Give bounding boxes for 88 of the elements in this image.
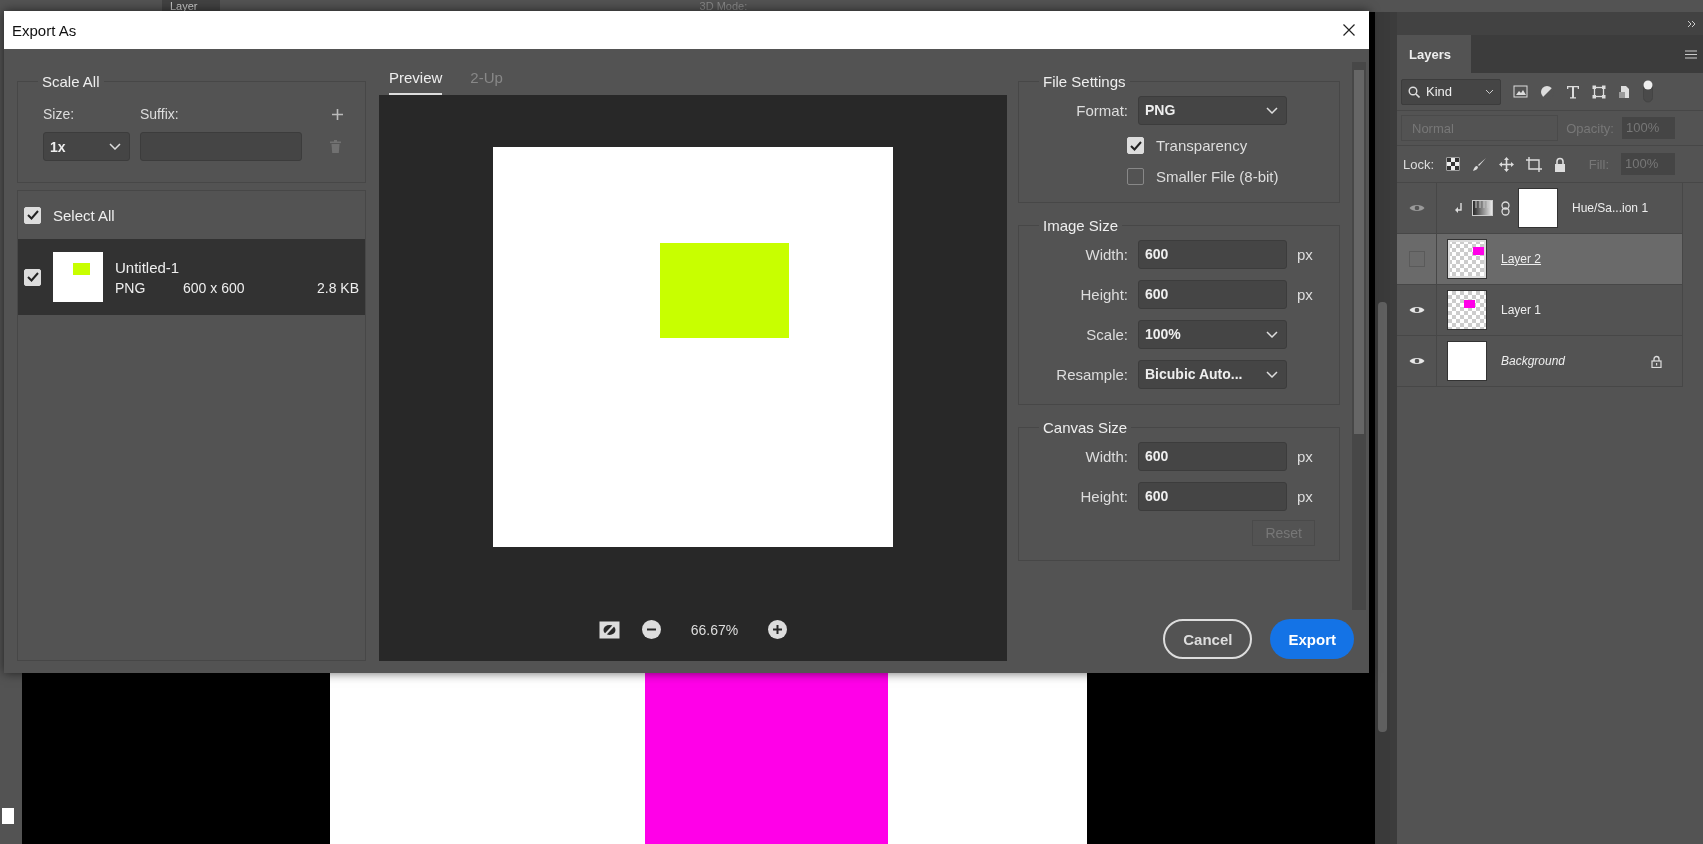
asset-name: Untitled-1 [115, 258, 181, 276]
checkbox-label: Select All [53, 206, 115, 224]
format-select[interactable]: PNG [1138, 95, 1287, 125]
close-icon[interactable] [1343, 24, 1355, 36]
file-icon[interactable] [1618, 84, 1631, 99]
input-field[interactable]: 600 [1138, 279, 1287, 309]
clip-arrow-icon [1455, 203, 1464, 213]
unit-label: px [1297, 285, 1313, 303]
search-icon [1408, 85, 1420, 98]
lock-label: Lock: [1403, 156, 1435, 172]
asset-file-size: 2.8 KB [316, 279, 359, 296]
layer-name: Hue/Sa...ion 1 [1572, 201, 1649, 215]
zoom-level: 66.67% [690, 621, 739, 638]
half-circle-icon[interactable] [1540, 84, 1554, 99]
section-title: Canvas Size [1042, 419, 1129, 436]
add-icon[interactable] [332, 108, 343, 120]
layer-name: Layer 2 [1501, 252, 1542, 266]
eye-icon[interactable] [1408, 356, 1425, 366]
asset-dimensions: 600 x 600 [183, 279, 245, 296]
caret-icon [1266, 106, 1278, 114]
adjustment-icon [1472, 200, 1493, 216]
zoom-in-icon[interactable] [768, 620, 788, 639]
cancel-button[interactable]: Cancel [1163, 619, 1253, 659]
caret-icon [1485, 88, 1494, 95]
dialog-title: Export As [12, 21, 77, 39]
asset-checkbox[interactable] [24, 268, 41, 286]
input-field[interactable]: 600 [1138, 441, 1287, 471]
input-field[interactable]: 600 [1138, 481, 1287, 511]
eye-icon[interactable] [1408, 203, 1425, 213]
layer-row[interactable]: Background [1397, 336, 1682, 387]
field-label: Height: [1079, 285, 1128, 303]
field-label: Width: [1084, 245, 1128, 263]
asset-row[interactable]: Untitled-1 PNG 600 x 600 2.8 KB [18, 239, 365, 315]
layer-row[interactable]: Layer 1 [1397, 285, 1682, 336]
select-field[interactable]: 100% [1138, 319, 1287, 349]
caret-icon [109, 143, 121, 150]
unit-label: px [1297, 447, 1313, 465]
layer-thumbnail [1447, 239, 1487, 279]
field-label: Resample: [1055, 365, 1128, 383]
section-title: Image Size [1042, 217, 1120, 234]
field-label: Height: [1079, 487, 1128, 505]
unit-label: px [1297, 245, 1313, 263]
layer-thumbnail [1447, 290, 1487, 330]
field-label: Size: [43, 106, 76, 122]
link-icon[interactable] [1501, 200, 1510, 216]
caret-icon [1266, 370, 1278, 378]
brush-icon[interactable] [1472, 156, 1488, 172]
option-checkbox[interactable] [1127, 168, 1144, 185]
eye-icon[interactable] [1408, 305, 1425, 315]
transform-icon[interactable] [1592, 84, 1606, 99]
foreground-color-swatch[interactable] [2, 808, 14, 824]
layer-name: Background [1501, 354, 1566, 368]
field-label: Format: [1075, 101, 1128, 119]
checkbox-label: Transparency [1156, 137, 1248, 154]
layer-row[interactable]: Layer 2 [1397, 234, 1682, 285]
input-field[interactable]: 600 [1138, 239, 1287, 269]
layer-select[interactable]: Layer [162, 0, 220, 12]
layer-name: Layer 1 [1501, 303, 1542, 317]
zoom-out-icon[interactable] [641, 620, 661, 639]
asset-thumbnail [53, 252, 103, 302]
scroll-bar[interactable] [1352, 62, 1366, 610]
filter-select[interactable]: Kind [1401, 78, 1501, 105]
fit-icon[interactable] [598, 620, 620, 639]
checkbox-label: Smaller File (8-bit) [1156, 168, 1279, 185]
asset-format: PNG [115, 279, 147, 296]
field-label: Width: [1084, 447, 1128, 465]
lock-icon[interactable] [1554, 156, 1567, 172]
toggle-icon[interactable] [1643, 79, 1653, 104]
type-icon[interactable] [1566, 84, 1580, 99]
select-all-checkbox[interactable] [24, 206, 41, 224]
field-label: Suffix: [140, 106, 180, 122]
collapse-icon[interactable] [1687, 19, 1697, 28]
section-title: File Settings [1042, 73, 1127, 90]
menu-icon[interactable] [1685, 49, 1697, 59]
size-select[interactable]: 1x [43, 132, 130, 161]
field-label: Scale: [1085, 325, 1128, 343]
export-button[interactable]: Export [1270, 619, 1354, 659]
image-icon[interactable] [1513, 85, 1528, 98]
unit-label: px [1297, 487, 1313, 505]
select-field[interactable]: Bicubic Auto... [1138, 359, 1287, 389]
caret-icon [1266, 330, 1278, 338]
mask-thumbnail [1518, 188, 1558, 228]
section-title: Scale All [41, 73, 101, 90]
move-icon[interactable] [1499, 156, 1515, 172]
layers-tab[interactable]: Layers [1397, 35, 1471, 73]
layer-thumbnail [1447, 341, 1487, 381]
checker-icon[interactable] [1446, 157, 1461, 171]
crop-icon[interactable] [1526, 156, 1543, 172]
